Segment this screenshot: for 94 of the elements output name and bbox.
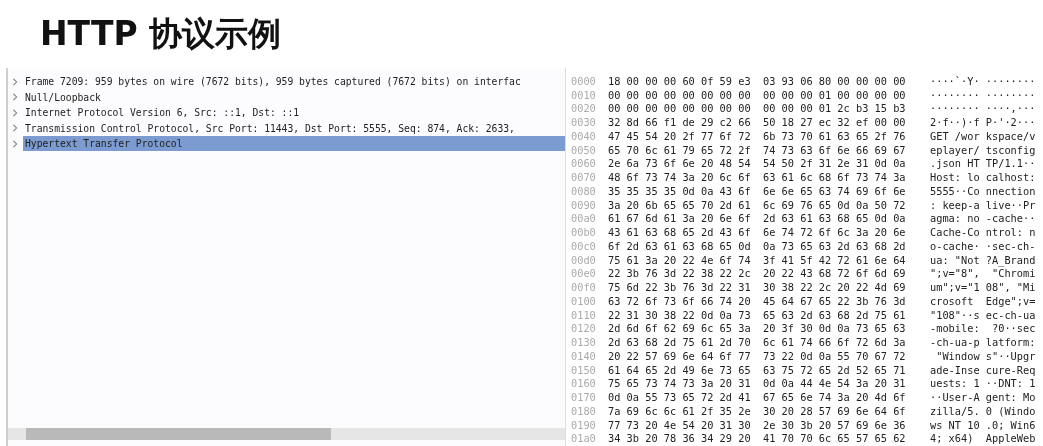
byte-offset: 00b0 xyxy=(571,226,597,239)
byte-offset: 00c0 xyxy=(571,239,597,252)
byte-offset: 0050 xyxy=(571,143,597,156)
byte-offset: 0190 xyxy=(571,418,597,431)
ascii-text: -ch-ua-p latform: xyxy=(930,336,1036,349)
horizontal-scrollbar[interactable] xyxy=(8,428,565,440)
hex-bytes: 75 6d 22 3b 76 3d 22 31 30 38 22 2c 20 22 4d 69 xyxy=(608,281,907,294)
ascii-text: GET /wor kspace/v xyxy=(930,129,1036,142)
hex-bytes: 00 00 00 00 00 00 00 00 00 00 00 01 00 00 00 00 xyxy=(608,88,907,101)
byte-offset: 0120 xyxy=(571,322,597,335)
ascii-text: ····`·Y· ········ xyxy=(930,74,1036,87)
byte-offset: 0170 xyxy=(571,391,597,404)
hex-bytes: 43 61 63 68 65 2d 43 6f 6e 74 72 6f 6c 3a 20 6e xyxy=(608,226,907,239)
hex-bytes: 2d 63 68 2d 75 61 2d 70 6c 61 74 66 6f 72 6d 3a xyxy=(608,336,907,349)
byte-offset: 0140 xyxy=(571,349,597,362)
hex-bytes: 2d 6d 6f 62 69 6c 65 3a 20 3f 30 0d 0a 73 65 63 xyxy=(608,322,907,335)
hex-bytes: 32 8d 66 f1 de 29 c2 66 50 18 27 ec 32 ef 00 00 xyxy=(608,116,907,129)
byte-offset: 0000 xyxy=(571,74,597,87)
byte-offset: 0150 xyxy=(571,363,597,376)
byte-offset: 0010 xyxy=(571,88,597,101)
hex-bytes: 61 67 6d 61 3a 20 6e 6f 2d 63 61 63 68 65 0d 0a xyxy=(608,212,907,225)
chevron-right-icon[interactable] xyxy=(11,139,19,148)
ascii-text: crosoft Edge";v= xyxy=(930,294,1036,307)
hex-bytes: 47 45 54 20 2f 77 6f 72 6b 73 70 61 63 65 2f 76 xyxy=(608,129,907,142)
chevron-right-icon[interactable] xyxy=(11,93,19,102)
byte-offset: 0060 xyxy=(571,157,597,170)
hex-bytes: 65 70 6c 61 79 65 72 2f 74 73 63 6f 6e 66 69 67 xyxy=(608,143,907,156)
ascii-text: o-cache· ·sec-ch- xyxy=(930,239,1036,252)
ascii-text: Host: lo calhost: xyxy=(930,171,1036,184)
byte-offset: 0110 xyxy=(571,308,597,321)
ascii-text: uests: 1 ··DNT: 1 xyxy=(930,377,1036,390)
hex-bytes: 22 3b 76 3d 22 38 22 2c 20 22 43 68 72 6f 6d 69 xyxy=(608,267,907,280)
chevron-right-icon[interactable] xyxy=(11,108,19,117)
hex-bytes: 3a 20 6b 65 65 70 2d 61 6c 69 76 65 0d 0a 50 72 xyxy=(608,198,907,211)
ascii-text: um";v="1 08", "Mi xyxy=(930,281,1036,294)
ascii-text: eplayer/ tsconfig xyxy=(930,143,1036,156)
hex-bytes: 75 65 73 74 73 3a 20 31 0d 0a 44 4e 54 3a 20 31 xyxy=(608,377,907,390)
tree-item[interactable]: Internet Protocol Version 6, Src: ::1, Dst: ::1 xyxy=(23,105,565,121)
hex-bytes: 34 3b 20 78 36 34 29 20 41 70 70 6c 65 57 65 62 xyxy=(608,432,907,445)
ascii-text: ";v="8", "Chromi xyxy=(930,267,1036,280)
hex-bytes: 2e 6a 73 6f 6e 20 48 54 54 50 2f 31 2e 31 0d 0a xyxy=(608,157,907,170)
hex-bytes: 77 73 20 4e 54 20 31 30 2e 30 3b 20 57 69 6e 36 xyxy=(608,418,907,431)
hex-bytes: 20 22 57 69 6e 64 6f 77 73 22 0d 0a 55 70 67 72 xyxy=(608,349,907,362)
ascii-text: ws NT 10 .0; Win6 xyxy=(930,418,1036,431)
byte-offset: 0040 xyxy=(571,129,597,142)
byte-offset: 00e0 xyxy=(571,267,597,280)
ascii-text: "108"··s ec-ch-ua xyxy=(930,308,1036,321)
hex-bytes: 0d 0a 55 73 65 72 2d 41 67 65 6e 74 3a 20 4d 6f xyxy=(608,391,907,404)
hex-bytes: 75 61 3a 20 22 4e 6f 74 3f 41 5f 42 72 61 6e 64 xyxy=(608,253,907,266)
ascii-text: 4; x64) AppleWeb xyxy=(930,432,1036,445)
chevron-right-icon[interactable] xyxy=(11,77,19,86)
byte-offset: 00f0 xyxy=(571,281,597,294)
slide-title: HTTP 协议示例 xyxy=(40,13,282,55)
hex-bytes: 48 6f 73 74 3a 20 6c 6f 63 61 6c 68 6f 73 74 3a xyxy=(608,171,907,184)
byte-offset: 0080 xyxy=(571,184,597,197)
ascii-text: .json HT TP/1.1·· xyxy=(930,157,1036,170)
tree-item[interactable]: Hypertext Transfer Protocol xyxy=(23,136,565,152)
byte-offset: 0020 xyxy=(571,102,597,115)
hex-bytes: 22 31 30 38 22 0d 0a 73 65 63 2d 63 68 2d 75 61 xyxy=(608,308,907,321)
tree-item[interactable]: Transmission Control Protocol, Src Port: 11443, Dst Port: 5555, Seq: 874, Ack: 2633, xyxy=(23,120,565,136)
byte-offset: 01a0 xyxy=(571,432,597,445)
hex-bytes: 7a 69 6c 6c 61 2f 35 2e 30 20 28 57 69 6e 64 6f xyxy=(608,404,907,417)
byte-offset: 0180 xyxy=(571,404,597,417)
tree-item[interactable]: Null/Loopback xyxy=(23,89,565,105)
hex-bytes: 63 72 6f 73 6f 66 74 20 45 64 67 65 22 3b 76 3d xyxy=(608,294,907,307)
hex-bytes: 35 35 35 35 0d 0a 43 6f 6e 6e 65 63 74 69 6f 6e xyxy=(608,184,907,197)
ascii-text: ade-Inse cure-Req xyxy=(930,363,1036,376)
ascii-text: ··User-A gent: Mo xyxy=(930,391,1036,404)
hex-bytes: 6f 2d 63 61 63 68 65 0d 0a 73 65 63 2d 63 68 2d xyxy=(608,239,907,252)
ascii-text: zilla/5. 0 (Windo xyxy=(930,404,1036,417)
ascii-text: -mobile: ?0··sec xyxy=(930,322,1036,335)
ascii-text: 2·f··)·f P·'·2··· xyxy=(930,116,1036,129)
byte-offset: 0160 xyxy=(571,377,597,390)
ascii-text: ua: "Not ?A_Brand xyxy=(930,253,1036,266)
ascii-text: 5555··Co nnection xyxy=(930,184,1036,197)
hex-bytes: 18 00 00 00 60 0f 59 e3 03 93 06 80 00 00 00 00 xyxy=(608,74,907,87)
ascii-text: ········ ········ xyxy=(930,88,1036,101)
byte-offset: 0090 xyxy=(571,198,597,211)
ascii-text: ········ ····,··· xyxy=(930,102,1036,115)
ascii-text: agma: no -cache·· xyxy=(930,212,1036,225)
chevron-right-icon[interactable] xyxy=(11,124,19,133)
hex-bytes: 00 00 00 00 00 00 00 00 00 00 00 01 2c b3 15 b3 xyxy=(608,102,907,115)
hex-bytes: 61 64 65 2d 49 6e 73 65 63 75 72 65 2d 52 65 71 xyxy=(608,363,907,376)
scrollbar-thumb[interactable] xyxy=(26,428,331,440)
ascii-text: Cache-Co ntrol: n xyxy=(930,226,1036,239)
ascii-text: : keep-a live··Pr xyxy=(930,198,1036,211)
byte-offset: 00d0 xyxy=(571,253,597,266)
byte-offset: 0100 xyxy=(571,294,597,307)
byte-offset: 0130 xyxy=(571,336,597,349)
byte-offset: 0070 xyxy=(571,171,597,184)
tree-item[interactable]: Frame 7209: 959 bytes on wire (7672 bits), 959 bytes captured (7672 bits) on interfac xyxy=(23,74,565,90)
byte-offset: 0030 xyxy=(571,116,597,129)
byte-offset: 00a0 xyxy=(571,212,597,225)
ascii-text: "Window s"··Upgr xyxy=(935,349,1036,362)
